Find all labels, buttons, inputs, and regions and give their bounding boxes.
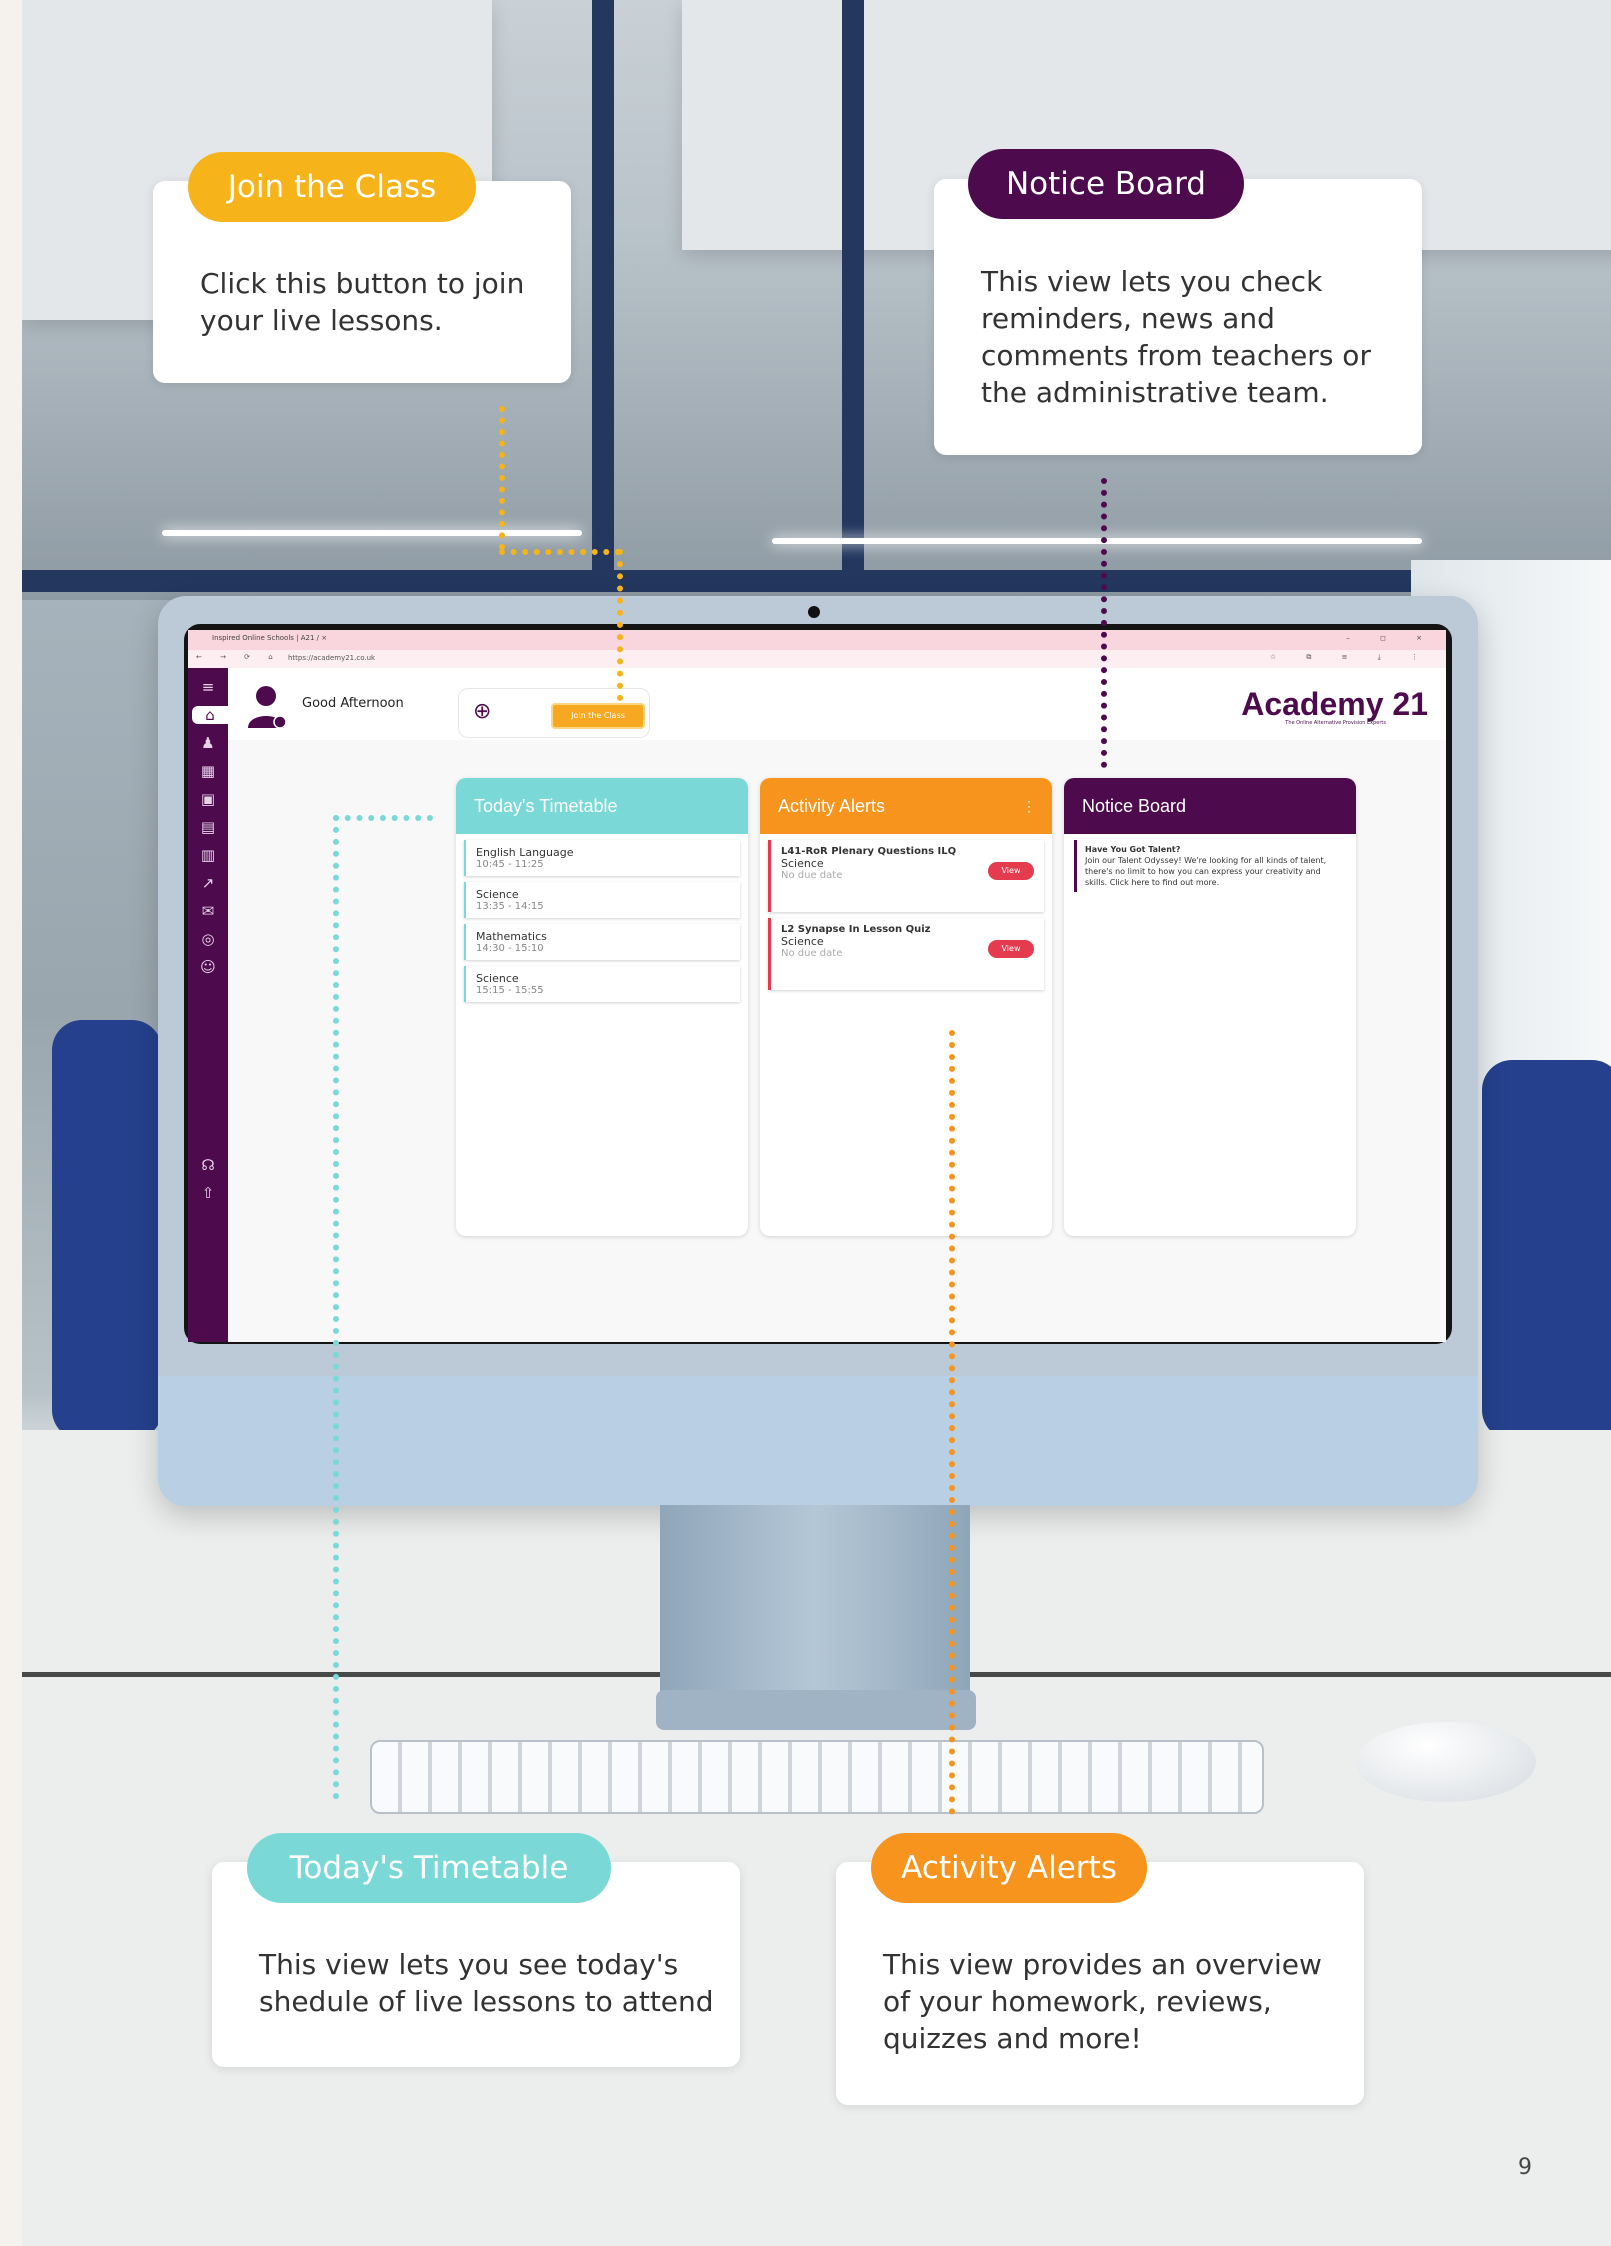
ceiling-light [162,530,582,536]
notice-board-callout: This view lets you check reminders, news… [934,179,1422,455]
keyboard [370,1740,1264,1814]
connector-timetable [333,815,433,821]
monitor-chin [158,1376,1478,1506]
home-icon[interactable]: ⌂ [192,706,228,724]
timetable-subject: Mathematics [476,930,547,943]
monitor-foot [656,1690,976,1730]
ceiling-light [772,538,1422,544]
timetable-label: Today's Timetable [247,1833,611,1903]
connector-timetable [333,815,339,1800]
briefcase-icon[interactable]: ▣ [188,790,228,808]
sidebar: ≡ ⌂ ♟ ▦ ▣ ▤ ▥ ↗ ✉ ◎ ☺ ☊ ⇧ [188,668,228,1342]
timetable-card: Today's Timetable English Language 10:45… [456,778,748,1236]
timetable-time: 15:15 - 15:55 [476,985,544,996]
table-icon[interactable]: ▤ [188,818,228,836]
headset-icon[interactable]: ☊ [188,1156,228,1174]
mouse [1356,1722,1536,1802]
browser-nav-icons[interactable]: ← → ⟳ ⌂ [196,653,281,661]
connector-join [499,406,505,550]
browser-tabbar: Inspired Online Schools | A21 / × – ◻ × [188,630,1446,650]
timetable-time: 14:30 - 15:10 [476,943,544,954]
avatar-icon[interactable] [246,684,286,728]
connector-join [617,549,623,701]
chair [1482,1060,1611,1440]
alert-title: L41-RoR Plenary Questions ILQ [781,846,957,857]
connector-join [499,549,621,555]
alert-item[interactable]: L41-RoR Plenary Questions ILQ Science No… [768,840,1044,912]
chart-icon[interactable]: ↗ [188,874,228,892]
dashboard: Good Afternoon ⊕ Join the Class Academy … [228,668,1446,1342]
page-margin [0,0,22,2246]
screen: Inspired Online Schools | A21 / × – ◻ × … [188,630,1446,1342]
more-menu-icon[interactable]: ⋮ [1022,778,1036,834]
grid-icon[interactable]: ▦ [188,762,228,780]
timetable-subject: Science [476,888,519,901]
view-button[interactable]: View [988,940,1034,958]
alert-title: L2 Synapse In Lesson Quiz [781,924,931,935]
timetable-item[interactable]: Science 13:35 - 14:15 [464,882,740,918]
users-icon[interactable]: ♟ [188,734,228,752]
connector-notice [1101,478,1107,768]
timetable-time: 13:35 - 14:15 [476,901,544,912]
activity-alerts-card: Activity Alerts ⋮ L41-RoR Plenary Questi… [760,778,1052,1236]
logo-tagline: The Online Alternative Provision Experts [1285,720,1386,726]
globe-icon[interactable]: ◎ [188,930,228,948]
connector-alerts [949,1030,955,1815]
url-field[interactable]: https://academy21.co.uk [288,654,375,662]
join-class-button[interactable]: Join the Class [551,703,645,729]
logout-icon[interactable]: ⇧ [188,1184,228,1202]
notice-post-title: Have You Got Talent? [1085,845,1181,854]
timetable-item[interactable]: Science 15:15 - 15:55 [464,966,740,1002]
browser-tab[interactable]: Inspired Online Schools | A21 / × [212,634,327,642]
notice-post[interactable]: Have You Got Talent? Join our Talent Ody… [1074,840,1346,892]
timetable-item[interactable]: English Language 10:45 - 11:25 [464,840,740,876]
window-controls[interactable]: – ◻ × [1346,634,1436,642]
notice-board-label: Notice Board [968,149,1244,219]
notice-post-body: Join our Talent Odyssey! We're looking f… [1085,856,1327,887]
activity-alerts-label: Activity Alerts [871,1833,1147,1903]
greeting: Good Afternoon [302,696,404,711]
activity-alerts-header: Activity Alerts ⋮ [760,778,1052,834]
monitor-stand [660,1505,970,1695]
notice-board-description: This view lets you check reminders, news… [981,265,1371,409]
ceiling-beam [842,0,864,580]
notice-board-card: Notice Board Have You Got Talent? Join o… [1064,778,1356,1236]
timetable-subject: English Language [476,846,574,859]
join-class-description: Click this button to join your live less… [200,267,525,337]
ceiling-beam [22,570,1611,592]
activity-alerts-title: Activity Alerts [778,796,886,816]
timetable-time: 10:45 - 11:25 [476,859,544,870]
calendar-icon[interactable]: ▥ [188,846,228,864]
address-bar: ← → ⟳ ⌂ https://academy21.co.uk ☆ ⧉ ≡ ⤓ … [188,650,1446,668]
dashboard-header: Good Afternoon ⊕ Join the Class Academy … [228,668,1446,740]
chair [52,1020,162,1440]
notice-board-title: Notice Board [1064,778,1356,834]
ceiling-beam [592,0,614,580]
timetable-subject: Science [476,972,519,985]
menu-icon[interactable]: ≡ [188,678,228,696]
browser-tool-icons[interactable]: ☆ ⧉ ≡ ⤓ ⋮ [1270,653,1432,662]
timetable-title: Today's Timetable [456,778,748,834]
person-icon[interactable]: ☺ [188,958,228,976]
page-number: 9 [1518,2155,1532,2180]
mail-icon[interactable]: ✉ [188,902,228,920]
alert-item[interactable]: L2 Synapse In Lesson Quiz Science No due… [768,918,1044,990]
view-button[interactable]: View [988,862,1034,880]
timetable-description: This view lets you see today's shedule o… [259,1948,714,2018]
camera [808,606,820,618]
join-class-icon: ⊕ [473,699,492,724]
timetable-item[interactable]: Mathematics 14:30 - 15:10 [464,924,740,960]
activity-alerts-description: This view provides an overview of your h… [883,1948,1322,2055]
academy21-logo: Academy 21 [1241,686,1428,722]
join-class-label: Join the Class [188,152,476,222]
